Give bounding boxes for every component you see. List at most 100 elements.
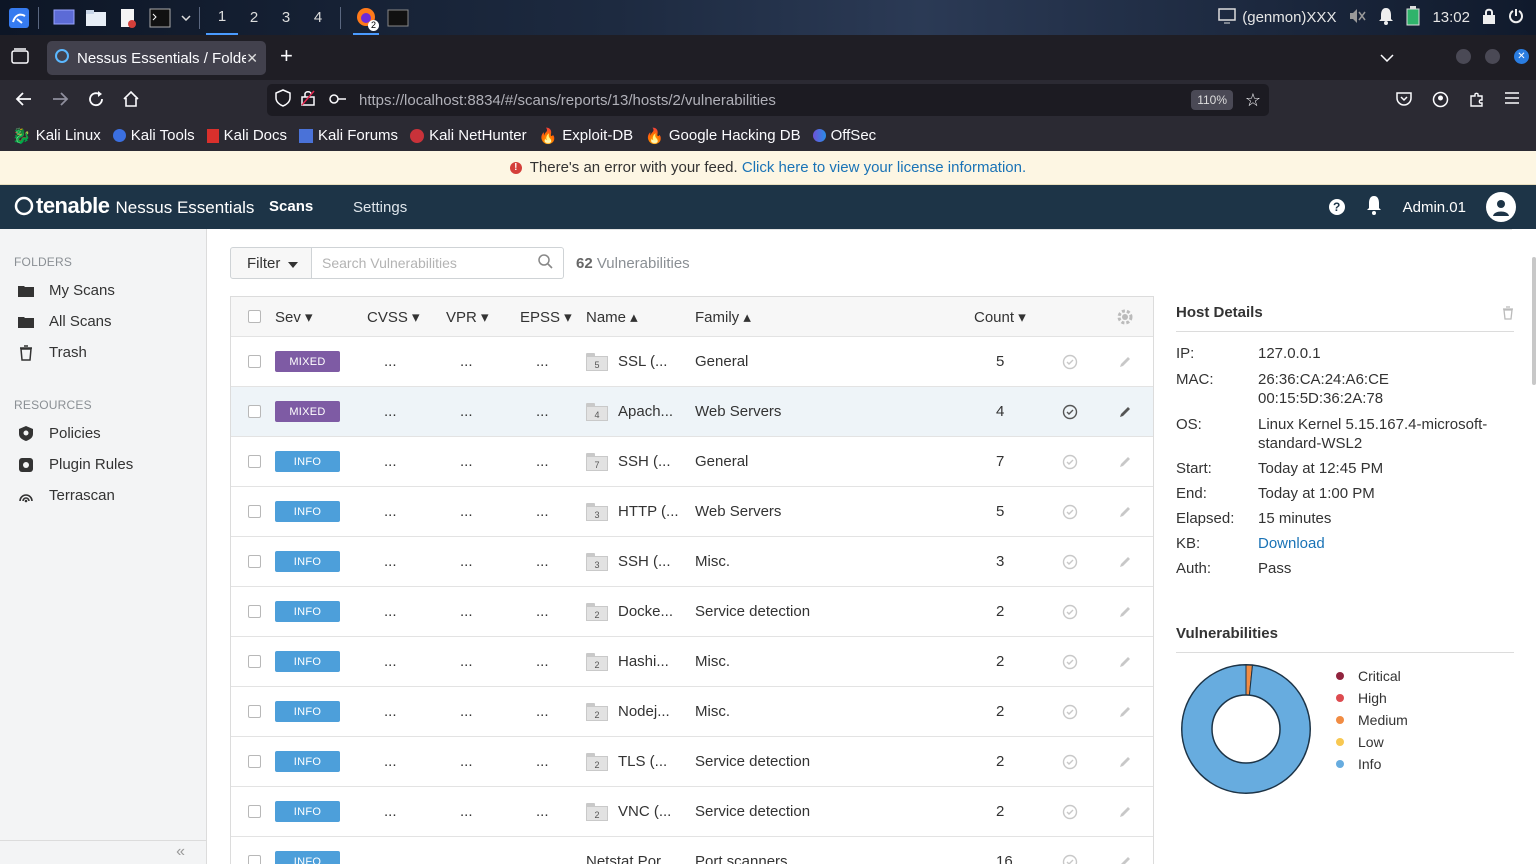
table-row[interactable]: INFO ... ... ... 2 VNC (... Service dete… <box>231 787 1153 837</box>
name-cell[interactable]: 2 Nodej... <box>586 687 670 736</box>
edit-pencil-icon[interactable] <box>1118 387 1132 436</box>
notification-bell-icon[interactable] <box>1378 7 1394 29</box>
row-checkbox[interactable] <box>248 837 261 864</box>
search-input[interactable] <box>322 255 538 271</box>
tenable-logo[interactable]: tenable Nessus Essentials <box>14 193 254 219</box>
reload-icon[interactable] <box>87 90 105 111</box>
legend-item-low[interactable]: Low <box>1336 731 1408 753</box>
table-row[interactable]: INFO ... ... ... 3 SSH (... Misc. 3 <box>231 537 1153 587</box>
new-tab-icon[interactable]: + <box>280 43 293 69</box>
sidebar-item-my-scans[interactable]: My Scans <box>0 275 206 306</box>
table-row[interactable]: INFO ... ... ... 2 TLS (... Service dete… <box>231 737 1153 787</box>
sidebar-item-all-scans[interactable]: All Scans <box>0 306 206 337</box>
workspace-2[interactable]: 2 <box>238 9 270 26</box>
column-name[interactable]: Name ▴ <box>586 297 638 336</box>
delete-host-icon[interactable] <box>1502 306 1514 324</box>
checkbox[interactable] <box>248 705 261 718</box>
edit-pencil-icon[interactable] <box>1118 737 1132 786</box>
license-info-link[interactable]: Click here to view your license informat… <box>742 159 1026 176</box>
snooze-check-icon[interactable] <box>1062 337 1078 386</box>
column-vpr[interactable]: VPR ▾ <box>446 297 489 336</box>
table-row[interactable]: INFO ... ... ... 2 Docke... Service dete… <box>231 587 1153 637</box>
back-icon[interactable] <box>15 90 33 111</box>
url-bar[interactable]: https://localhost:8834/#/scans/reports/1… <box>267 84 1269 116</box>
file-manager-icon[interactable] <box>83 7 109 29</box>
checkbox[interactable] <box>248 605 261 618</box>
edit-pencil-icon[interactable] <box>1118 537 1132 586</box>
lock-icon[interactable] <box>1482 8 1496 28</box>
bookmark-star-icon[interactable]: ☆ <box>1245 90 1261 111</box>
checkbox[interactable] <box>248 655 261 668</box>
name-cell[interactable]: 5 SSL (... <box>586 337 667 386</box>
insecure-lock-icon[interactable] <box>301 90 315 110</box>
table-row[interactable]: INFO Netstat Por... Port scanners 16 <box>231 837 1153 864</box>
table-row[interactable]: INFO ... ... ... 2 Nodej... Misc. 2 <box>231 687 1153 737</box>
column-epss[interactable]: EPSS ▾ <box>520 297 572 336</box>
bookmark-kali-nethunter[interactable]: Kali NetHunter <box>410 127 527 144</box>
bookmark-kali-docs[interactable]: Kali Docs <box>206 127 287 144</box>
clock[interactable]: 13:02 <box>1432 9 1470 26</box>
row-checkbox[interactable] <box>248 587 261 636</box>
snooze-check-icon[interactable] <box>1062 487 1078 536</box>
bookmark-kali-tools[interactable]: Kali Tools <box>112 127 195 144</box>
help-icon[interactable]: ? <box>1328 199 1345 215</box>
workspace-4[interactable]: 4 <box>302 9 334 26</box>
row-checkbox[interactable] <box>248 337 261 386</box>
row-checkbox[interactable] <box>248 687 261 736</box>
snooze-check-icon[interactable] <box>1062 637 1078 686</box>
edit-pencil-icon[interactable] <box>1118 687 1132 736</box>
chevron-down-icon[interactable] <box>179 7 193 29</box>
name-cell[interactable]: 2 Docke... <box>586 587 673 636</box>
vulnerabilities-donut-chart[interactable] <box>1176 659 1316 802</box>
checkbox[interactable] <box>248 355 261 368</box>
text-editor-icon[interactable] <box>115 7 141 29</box>
column-sev[interactable]: Sev ▾ <box>275 297 313 336</box>
name-cell[interactable]: 4 Apach... <box>586 387 673 436</box>
edit-pencil-icon[interactable] <box>1118 637 1132 686</box>
snooze-check-icon[interactable] <box>1062 687 1078 736</box>
edit-pencil-icon[interactable] <box>1118 587 1132 636</box>
kali-menu-icon[interactable] <box>6 7 32 29</box>
table-row[interactable]: MIXED ... ... ... 5 SSL (... General 5 <box>231 337 1153 387</box>
column-family[interactable]: Family ▴ <box>695 297 751 336</box>
column-count[interactable]: Count ▾ <box>974 297 1026 336</box>
notifications-bell-icon[interactable] <box>1365 195 1383 219</box>
table-row[interactable]: INFO ... ... ... 3 HTTP (... Web Servers… <box>231 487 1153 537</box>
column-cvss[interactable]: CVSS ▾ <box>367 297 420 336</box>
maximize-window-icon[interactable] <box>1485 49 1500 64</box>
snooze-check-icon[interactable] <box>1062 537 1078 586</box>
legend-item-high[interactable]: High <box>1336 687 1408 709</box>
tab-overview-icon[interactable] <box>10 48 30 69</box>
collapse-sidebar-icon[interactable]: « <box>0 840 207 864</box>
list-all-tabs-icon[interactable] <box>1380 49 1394 65</box>
pocket-icon[interactable] <box>1396 91 1412 110</box>
name-cell[interactable]: Netstat Por... <box>586 837 673 864</box>
row-checkbox[interactable] <box>248 437 261 486</box>
edit-pencil-icon[interactable] <box>1118 837 1132 864</box>
desktop-icon[interactable] <box>51 7 77 29</box>
checkbox[interactable] <box>248 755 261 768</box>
snooze-check-icon[interactable] <box>1062 737 1078 786</box>
row-checkbox[interactable] <box>248 737 261 786</box>
legend-item-critical[interactable]: Critical <box>1336 665 1408 687</box>
row-checkbox[interactable] <box>248 387 261 436</box>
power-icon[interactable] <box>1508 8 1524 28</box>
browser-tab-nessus[interactable]: Nessus Essentials / Folders / View Scan … <box>47 41 266 75</box>
bookmark-kali-linux[interactable]: 🐉 Kali Linux <box>12 127 101 145</box>
legend-item-medium[interactable]: Medium <box>1336 709 1408 731</box>
sidebar-item-policies[interactable]: Policies <box>0 418 206 449</box>
filter-dropdown[interactable]: Filter <box>230 247 312 279</box>
url-text[interactable]: https://localhost:8834/#/scans/reports/1… <box>359 92 776 109</box>
extensions-icon[interactable] <box>1468 91 1485 111</box>
permissions-key-icon[interactable] <box>329 92 347 109</box>
workspace-3[interactable]: 3 <box>270 9 302 26</box>
search-vulnerabilities[interactable] <box>312 247 564 279</box>
column-settings-gear-icon[interactable] <box>1116 297 1134 336</box>
shield-icon[interactable] <box>275 89 291 111</box>
checkbox[interactable] <box>248 555 261 568</box>
zoom-level[interactable]: 110% <box>1191 90 1233 110</box>
name-cell[interactable]: 3 HTTP (... <box>586 487 679 536</box>
snooze-check-icon[interactable] <box>1062 387 1078 436</box>
table-row[interactable]: MIXED ... ... ... 4 Apach... Web Servers… <box>231 387 1153 437</box>
checkbox[interactable] <box>248 855 261 864</box>
